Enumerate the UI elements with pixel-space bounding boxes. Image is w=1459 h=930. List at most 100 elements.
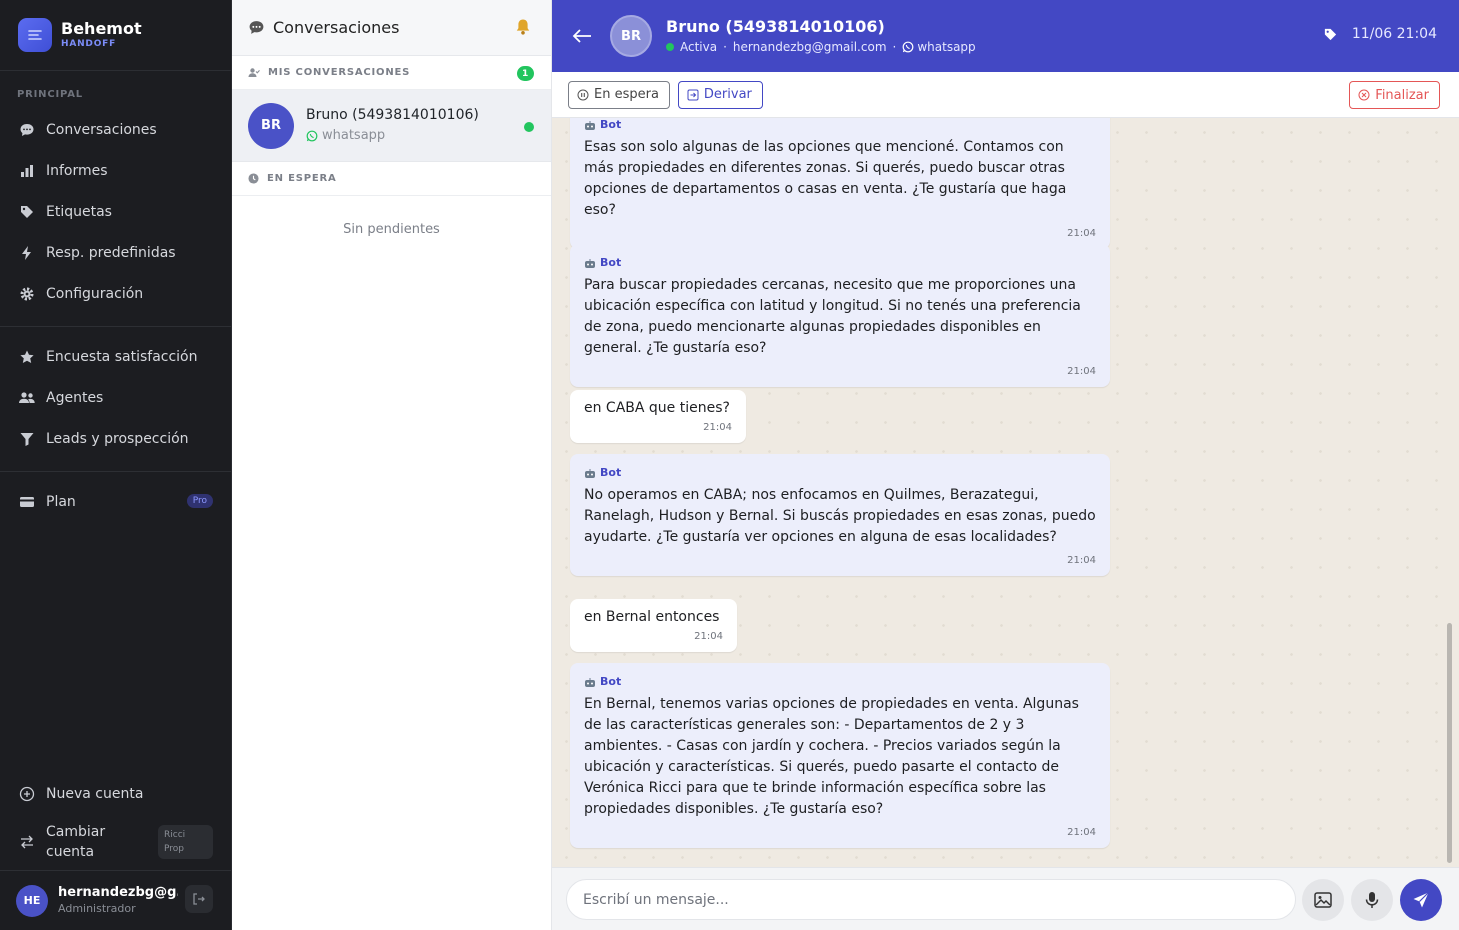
contact-email: hernandezbg@gmail.com	[732, 40, 887, 54]
conversation-list-header: Conversaciones	[232, 0, 551, 56]
nav-item-conversaciones[interactable]: Conversaciones	[0, 109, 231, 150]
message-user: en Bernal entonces 21:04	[570, 599, 737, 652]
user-check-icon	[248, 67, 260, 78]
nav-label: Configuración	[46, 285, 144, 302]
message-bot: Bot Para buscar propiedades cercanas, ne…	[570, 244, 1110, 387]
filter-icon	[18, 430, 36, 448]
chat-toolbar: En espera Derivar Finalizar	[552, 72, 1459, 118]
brand-logo-icon	[18, 18, 52, 52]
close-circle-icon	[1358, 89, 1370, 101]
user-role: Administrador	[58, 901, 136, 915]
nav-label: Cambiar cuenta	[46, 824, 106, 860]
finish-button[interactable]: Finalizar	[1349, 81, 1440, 109]
nav-section-label: PRINCIPAL	[17, 89, 83, 100]
chat-icon	[18, 121, 36, 139]
nav-divider	[0, 471, 231, 472]
avatar: BR	[610, 15, 652, 57]
back-arrow-icon[interactable]	[572, 28, 592, 44]
message-text: en CABA que tienes?	[584, 400, 730, 416]
nav-label: Etiquetas	[46, 203, 112, 220]
message-bot: Bot No operamos en CABA; nos enfocamos e…	[570, 454, 1110, 576]
switch-account-button[interactable]: Cambiar cuenta Ricci Prop	[0, 814, 231, 870]
brand: Behemot HANDOFF	[0, 0, 231, 71]
bar-chart-icon	[18, 162, 36, 180]
message-time: 21:04	[1067, 555, 1096, 566]
nav-label: Agentes	[46, 389, 104, 406]
nav-divider	[0, 326, 231, 327]
message-bot: Bot Esas son solo algunas de las opcione…	[570, 118, 1110, 249]
group-label-mine: MIS CONVERSACIONES 1	[232, 56, 551, 90]
lightning-icon	[18, 244, 36, 262]
chat-icon	[248, 19, 265, 36]
attach-image-button[interactable]	[1302, 879, 1344, 921]
chat-panel: BR Bruno (5493814010106) Activa · hernan…	[552, 0, 1459, 930]
nav-item-plan[interactable]: Plan Pro	[0, 481, 231, 522]
nav-item-informes[interactable]: Informes	[0, 150, 231, 191]
plan-badge: Pro	[186, 494, 213, 508]
conversation-item[interactable]: BR Bruno (5493814010106) whatsapp	[232, 90, 551, 162]
conversation-list-panel: Conversaciones MIS CONVERSACIONES 1 BR B…	[232, 0, 552, 930]
star-icon	[18, 348, 36, 366]
avatar: BR	[248, 102, 294, 149]
send-button[interactable]	[1400, 879, 1442, 921]
user-name: hernandezbg@g...	[58, 884, 178, 900]
message-user: en CABA que tienes? 21:04	[570, 390, 746, 443]
message-text: Esas son solo algunas de las opciones qu…	[584, 139, 1067, 218]
logout-button[interactable]	[185, 885, 213, 913]
clock-icon	[248, 173, 259, 184]
nav-item-agentes[interactable]: Agentes	[0, 377, 231, 418]
conversation-status: Activa	[680, 40, 718, 54]
nav-label: Leads y prospección	[46, 430, 189, 447]
user-profile: HE hernandezbg@g... Administrador	[0, 870, 231, 930]
message-time: 21:04	[694, 631, 723, 642]
message-time: 21:04	[1067, 366, 1096, 377]
message-area[interactable]: Bot Esas son solo algunas de las opcione…	[552, 118, 1459, 867]
message-text: Para buscar propiedades cercanas, necesi…	[584, 277, 1081, 356]
message-time: 21:04	[703, 422, 732, 433]
whatsapp-icon	[306, 130, 318, 142]
logout-icon	[192, 892, 206, 906]
nav-label: Nueva cuenta	[46, 785, 144, 802]
avatar: HE	[16, 884, 48, 917]
panel-title: Conversaciones	[273, 18, 400, 37]
message-input[interactable]	[566, 879, 1296, 920]
account-badge: Ricci Prop	[158, 825, 213, 859]
users-icon	[18, 389, 36, 407]
robot-icon	[584, 677, 596, 688]
mine-count-badge: 1	[517, 66, 534, 81]
nav-item-etiquetas[interactable]: Etiquetas	[0, 191, 231, 232]
nav-item-encuesta[interactable]: Encuesta satisfacción	[0, 336, 231, 377]
wait-button[interactable]: En espera	[568, 80, 670, 109]
nav-item-leads[interactable]: Leads y prospección	[0, 418, 231, 459]
microphone-button[interactable]	[1351, 879, 1393, 921]
message-bot: Bot En Bernal, tenemos varias opciones d…	[570, 663, 1110, 848]
conversation-name: Bruno (5493814010106)	[306, 106, 479, 123]
swap-icon	[18, 833, 36, 851]
tag-icon	[18, 203, 36, 221]
image-icon	[1314, 892, 1332, 908]
conversation-channel: whatsapp	[322, 127, 386, 143]
tag-icon[interactable]	[1323, 27, 1338, 42]
nav-item-configuracion[interactable]: Configuración	[0, 273, 231, 314]
card-icon	[18, 493, 36, 511]
brand-name: Behemot	[61, 19, 142, 38]
new-account-button[interactable]: Nueva cuenta	[0, 773, 231, 814]
message-text: No operamos en CABA; nos enfocamos en Qu…	[584, 487, 1096, 545]
bell-icon[interactable]	[515, 18, 531, 40]
nav-label: Encuesta satisfacción	[46, 348, 198, 365]
conversation-datetime: 11/06 21:04	[1351, 26, 1437, 42]
scrollbar[interactable]	[1447, 623, 1452, 863]
message-text: En Bernal, tenemos varias opciones de pr…	[584, 696, 1079, 817]
sidebar: Behemot HANDOFF PRINCIPAL Conversaciones…	[0, 0, 232, 930]
empty-state: Sin pendientes	[343, 222, 440, 237]
message-text: en Bernal entonces	[584, 609, 720, 625]
nav-label: Conversaciones	[46, 121, 157, 138]
nav-label: Informes	[46, 162, 108, 179]
online-status-dot	[524, 122, 534, 132]
nav-item-resp-predefinidas[interactable]: Resp. predefinidas	[0, 232, 231, 273]
plus-circle-icon	[18, 785, 36, 803]
derive-button[interactable]: Derivar	[677, 80, 763, 109]
brand-tag: HANDOFF	[61, 39, 117, 49]
status-dot	[666, 43, 674, 51]
message-time: 21:04	[1067, 827, 1096, 838]
